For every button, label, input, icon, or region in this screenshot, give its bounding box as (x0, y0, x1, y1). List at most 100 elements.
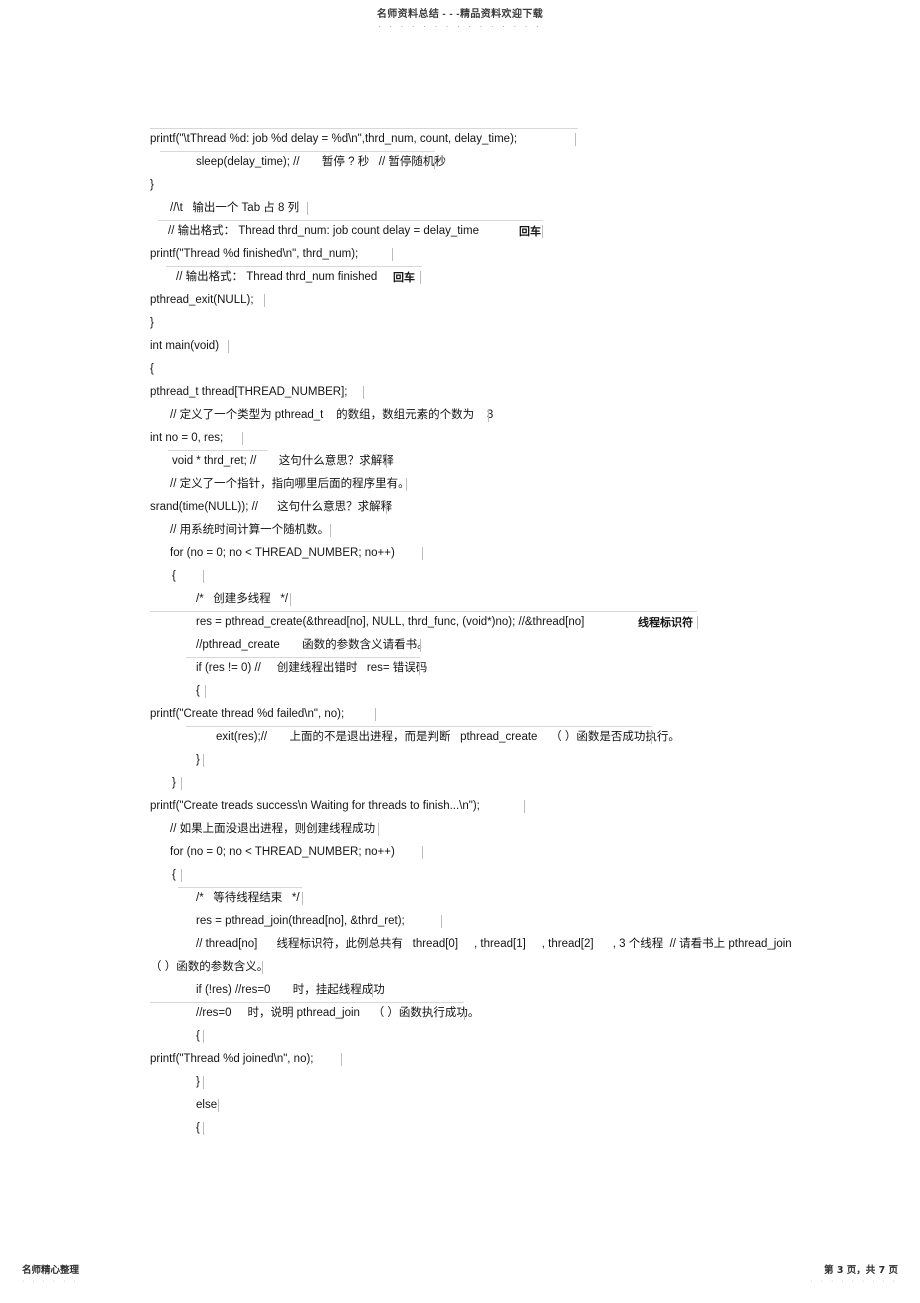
text-cursor-artifact (434, 156, 435, 169)
line-text: res = pthread_create(&thread[no], NULL, … (196, 616, 585, 628)
document-line: } (0, 174, 920, 197)
text-cursor-artifact (330, 524, 331, 537)
text-cursor-artifact (375, 708, 376, 721)
line-text: printf("Create thread %d failed\n", no); (150, 708, 345, 720)
line-text: { (150, 363, 154, 375)
document-line: } (0, 749, 920, 772)
text-cursor-artifact (697, 616, 698, 629)
footer-organization-text: 名师精心整理 (22, 1265, 80, 1276)
text-cursor-artifact (406, 478, 407, 491)
document-line: // 如果上面没退出进程，则创建线程成功 (0, 818, 920, 841)
document-line: //\t 输出一个 Tab 占 8 列 (0, 197, 920, 220)
header-dot-separator: · · · · · · · · · · · · · · · (378, 22, 542, 31)
document-line: srand(time(NULL)); // 这句什么意思？求解释 (0, 496, 920, 519)
line-text: { (172, 570, 176, 582)
document-line: // 定义了一个类型为 pthread_t 的数组，数组元素的个数为 3 (0, 404, 920, 427)
document-line: } (0, 772, 920, 795)
line-text: pthread_exit(NULL); (150, 294, 254, 306)
document-line: { (0, 1025, 920, 1048)
page-footer: 名师精心整理 · · · · · · 第 3 页，共 7 页 · · · · ·… (0, 1265, 920, 1295)
text-cursor-artifact (524, 800, 525, 813)
line-text: { (172, 869, 176, 881)
text-cursor-artifact (307, 202, 308, 215)
line-text: } (172, 777, 176, 789)
document-line: else (0, 1094, 920, 1117)
line-text: { (196, 685, 200, 697)
text-cursor-artifact (464, 1007, 465, 1020)
line-text: printf("\tThread %d: job %d delay = %d\n… (150, 133, 518, 145)
document-line: //pthread_create 函数的参数含义请看书。 (0, 634, 920, 657)
page-number-indicator: 第 3 页，共 7 页 (824, 1265, 898, 1276)
line-text: int no = 0, res; (150, 432, 224, 444)
text-cursor-artifact (341, 1053, 342, 1066)
line-text: // 用系统时间计算一个随机数。 (170, 524, 330, 536)
document-line: } (0, 312, 920, 335)
document-line: （ ）函数的参数含义。 (0, 956, 920, 979)
text-cursor-artifact (422, 547, 423, 560)
document-line: int no = 0, res; (0, 427, 920, 450)
text-cursor-artifact (205, 685, 206, 698)
text-cursor-artifact (422, 846, 423, 859)
document-line: //res=0 时，说明 pthread_join （ ）函数执行成功。 (0, 1002, 920, 1025)
text-cursor-artifact (264, 294, 265, 307)
text-cursor-artifact (181, 869, 182, 882)
line-text: } (150, 317, 154, 329)
text-cursor-artifact (203, 570, 204, 583)
document-line: { (0, 565, 920, 588)
line-text: for (no = 0; no < THREAD_NUMBER; no++) (170, 846, 395, 858)
text-cursor-artifact (651, 731, 652, 744)
text-cursor-artifact (420, 271, 421, 284)
page-header-watermark: 名师资料总结 - - -精品资料欢迎下载 · · · · · · · · · ·… (0, 8, 920, 31)
margin-annotation: 回车 (519, 225, 541, 238)
document-line: for (no = 0; no < THREAD_NUMBER; no++) (0, 542, 920, 565)
line-text: if (res != 0) // 创建线程出错时 res= 错误码 (196, 662, 428, 674)
text-cursor-artifact (203, 1030, 204, 1043)
document-line: res = pthread_join(thread[no], &thrd_ret… (0, 910, 920, 933)
line-text: exit(res);// 上面的不是退出进程，而是判断 pthread_crea… (216, 731, 680, 743)
text-cursor-artifact (372, 984, 373, 997)
document-line: printf("Create thread %d failed\n", no); (0, 703, 920, 726)
line-text: } (196, 754, 200, 766)
text-cursor-artifact (575, 133, 576, 146)
footer-right-block: 第 3 页，共 7 页 · · · · · · · · · (810, 1265, 898, 1286)
document-line: if (res != 0) // 创建线程出错时 res= 错误码 (0, 657, 920, 680)
text-cursor-artifact (386, 455, 387, 468)
document-line: } (0, 1071, 920, 1094)
text-cursor-artifact (218, 1099, 219, 1112)
document-line: // 定义了一个指针，指向哪里后面的程序里有。 (0, 473, 920, 496)
line-text: //res=0 时，说明 pthread_join （ ）函数执行成功。 (196, 1007, 480, 1019)
text-cursor-artifact (203, 754, 204, 767)
line-text: /* 等待线程结束 */ (196, 892, 300, 904)
document-line: printf("Thread %d finished\n", thrd_num)… (0, 243, 920, 266)
line-text: //\t 输出一个 Tab 占 8 列 (170, 202, 300, 214)
text-cursor-artifact (441, 915, 442, 928)
line-text: // 如果上面没退出进程，则创建线程成功 (170, 823, 376, 835)
line-text: for (no = 0; no < THREAD_NUMBER; no++) (170, 547, 395, 559)
line-text: // 输出格式： Thread thrd_num: job count dela… (168, 225, 479, 237)
document-line: { (0, 358, 920, 381)
text-cursor-artifact (420, 639, 421, 652)
footer-left-dot-separator: · · · · · · (22, 1278, 79, 1285)
document-line: { (0, 1117, 920, 1140)
line-text: （ ）函数的参数含义。 (150, 961, 269, 973)
document-line: // 用系统时间计算一个随机数。 (0, 519, 920, 542)
document-line: // 输出格式： Thread thrd_num: job count dela… (0, 220, 920, 243)
line-text: srand(time(NULL)); // 这句什么意思？求解释 (150, 501, 393, 513)
line-text: printf("Create treads success\n Waiting … (150, 800, 480, 812)
text-cursor-artifact (290, 593, 291, 606)
document-line: { (0, 680, 920, 703)
line-text: res = pthread_join(thread[no], &thrd_ret… (196, 915, 405, 927)
text-cursor-artifact (392, 248, 393, 261)
text-cursor-artifact (378, 823, 379, 836)
line-text: } (196, 1076, 200, 1088)
text-cursor-artifact (262, 961, 263, 974)
line-text: // 定义了一个类型为 pthread_t 的数组，数组元素的个数为 3 (170, 409, 494, 421)
line-text: /* 创建多线程 */ (196, 593, 289, 605)
header-watermark-text: 名师资料总结 - - -精品资料欢迎下载 (376, 9, 544, 20)
document-line: sleep(delay_time); // 暂停 ? 秒 // 暂停随机秒 (0, 151, 920, 174)
document-line: for (no = 0; no < THREAD_NUMBER; no++) (0, 841, 920, 864)
line-text: { (196, 1030, 200, 1042)
text-cursor-artifact (302, 892, 303, 905)
text-cursor-artifact (386, 501, 387, 514)
text-cursor-artifact (488, 409, 489, 422)
